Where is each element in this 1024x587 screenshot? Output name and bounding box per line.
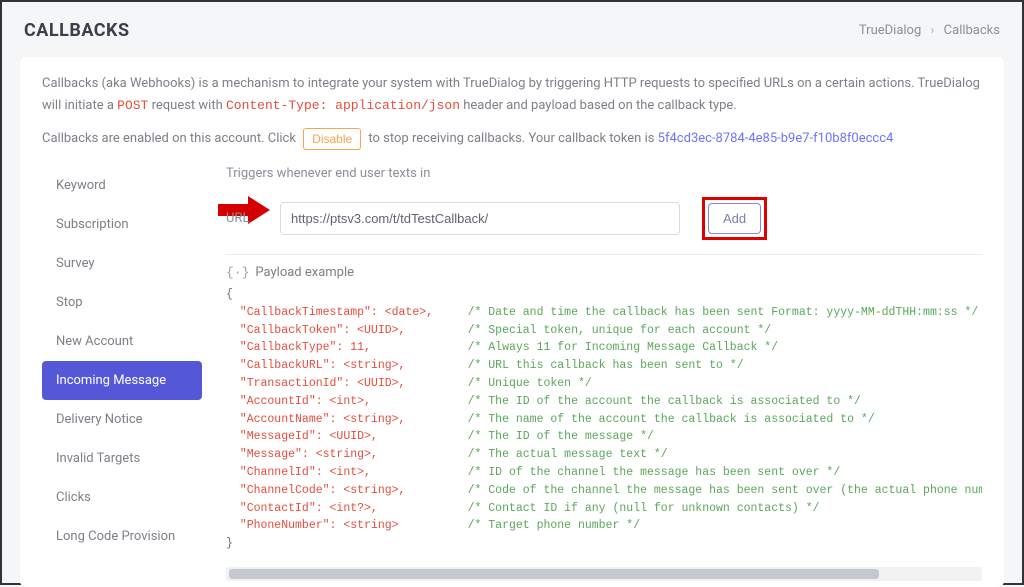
add-button[interactable]: Add — [708, 203, 761, 234]
chevron-right-icon: › — [931, 23, 935, 38]
url-input[interactable] — [280, 202, 680, 235]
code-line: "ChannelCode": <string>, /* Code of the … — [226, 482, 982, 500]
sidebar-item-clicks[interactable]: Clicks — [42, 478, 202, 517]
breadcrumb-current: Callbacks — [944, 23, 1000, 38]
sidebar-item-survey[interactable]: Survey — [42, 244, 202, 283]
sidebar-item-delivery-notice[interactable]: Delivery Notice — [42, 400, 202, 439]
code-close-brace: } — [226, 535, 982, 553]
disable-button[interactable]: Disable — [303, 128, 361, 150]
code-line: "CallbackURL": <string>, /* URL this cal… — [226, 357, 982, 375]
payload-code-block: { "CallbackTimestamp": <date>, /* Date a… — [226, 286, 982, 563]
code-line: "TransactionId": <UUID>, /* Unique token… — [226, 375, 982, 393]
code-line: "Message": <string>, /* The actual messa… — [226, 446, 982, 464]
divider — [226, 254, 982, 255]
code-line: "ContactId": <int?>, /* Contact ID if an… — [226, 500, 982, 518]
callback-type-sidebar: Keyword Subscription Survey Stop New Acc… — [42, 166, 202, 581]
sidebar-item-keyword[interactable]: Keyword — [42, 166, 202, 205]
annotation-highlight: Add — [702, 197, 767, 240]
breadcrumb-root[interactable]: TrueDialog — [859, 23, 921, 38]
enable-pre: Callbacks are enabled on this account. C… — [42, 131, 299, 146]
callback-detail: Triggers whenever end user texts in URL … — [212, 166, 982, 581]
code-line: "PhoneNumber": <string> /* Target phone … — [226, 517, 982, 535]
trigger-description: Triggers whenever end user texts in — [226, 166, 982, 181]
scrollbar-thumb[interactable] — [229, 569, 879, 579]
code-line: "AccountName": <string>, /* The name of … — [226, 411, 982, 429]
code-line: "ChannelId": <int>, /* ID of the channel… — [226, 464, 982, 482]
payload-title-text: Payload example — [255, 265, 354, 280]
code-open-brace: { — [226, 286, 982, 304]
intro-text: Callbacks (aka Webhooks) is a mechanism … — [42, 73, 982, 117]
sidebar-item-invalid-targets[interactable]: Invalid Targets — [42, 439, 202, 478]
code-line: "AccountId": <int>, /* The ID of the acc… — [226, 393, 982, 411]
page-title: CALLBACKS — [24, 20, 130, 41]
sidebar-item-incoming-message[interactable]: Incoming Message — [42, 361, 202, 400]
url-label: URL — [226, 211, 258, 226]
sidebar-item-long-code-provision[interactable]: Long Code Provision — [42, 517, 202, 556]
enable-line: Callbacks are enabled on this account. C… — [42, 127, 982, 152]
breadcrumb: TrueDialog › Callbacks — [859, 23, 1000, 38]
main-card: Callbacks (aka Webhooks) is a mechanism … — [20, 57, 1004, 587]
code-line: "MessageId": <UUID>, /* The ID of the me… — [226, 428, 982, 446]
url-row: URL Add — [226, 197, 982, 240]
enable-mid: to stop receiving callbacks. Your callba… — [368, 131, 657, 146]
intro-part: header and payload based on the callback… — [460, 98, 737, 113]
code-line: "CallbackTimestamp": <date>, /* Date and… — [226, 304, 982, 322]
callback-token: 5f4cd3ec-8784-4e85-b9e7-f10b8f0eccc4 — [658, 131, 894, 146]
content-type-code: Content-Type: application/json — [226, 98, 460, 113]
post-keyword: POST — [117, 98, 148, 113]
code-line: "CallbackType": 11, /* Always 11 for Inc… — [226, 339, 982, 357]
code-line: "CallbackToken": <UUID>, /* Special toke… — [226, 322, 982, 340]
braces-icon: {·} — [226, 265, 249, 280]
sidebar-item-subscription[interactable]: Subscription — [42, 205, 202, 244]
page-header: CALLBACKS TrueDialog › Callbacks — [2, 2, 1022, 51]
payload-example-title: {·} Payload example — [226, 265, 982, 280]
intro-part: request with — [148, 98, 226, 113]
sidebar-item-new-account[interactable]: New Account — [42, 322, 202, 361]
horizontal-scrollbar[interactable] — [226, 567, 982, 581]
sidebar-item-stop[interactable]: Stop — [42, 283, 202, 322]
